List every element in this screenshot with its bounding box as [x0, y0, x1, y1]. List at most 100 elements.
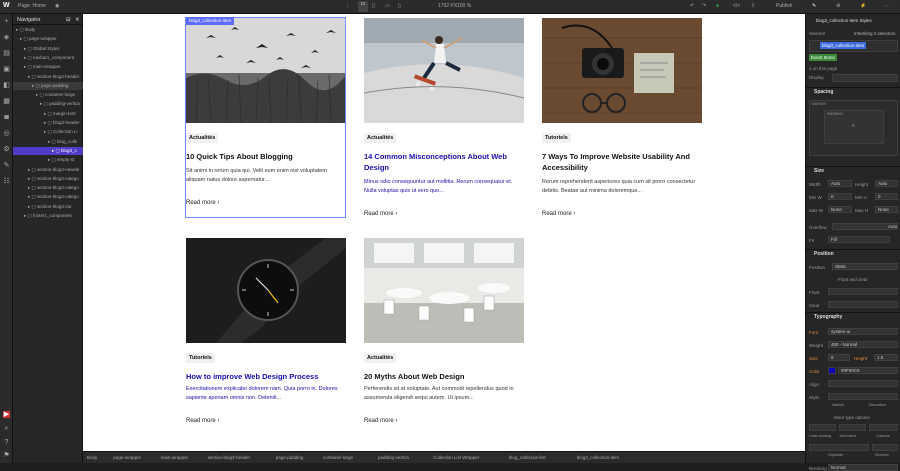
selector-class-chip[interactable]: blog3_collection-item [820, 42, 867, 49]
navigator-item[interactable]: ▸ ▢ margin-bott [13, 110, 83, 118]
extra-icon[interactable]: ⋯ [884, 3, 889, 9]
check-status-icon[interactable]: ● [716, 3, 719, 9]
video-icon[interactable]: ▶ [3, 411, 10, 418]
navigator-item[interactable]: ▸ ▢ section-blog3-cta [13, 203, 83, 211]
category-tag[interactable]: Tutoriels [542, 133, 571, 143]
cms-icon[interactable]: ▣ [3, 66, 10, 73]
navigator-item[interactable]: ▸ ▢ navbar1_component [13, 54, 83, 62]
min-w-input[interactable]: 0 [828, 193, 852, 200]
post-title[interactable]: 7 Ways To Improve Website Usability And … [542, 151, 702, 173]
navigator-item[interactable]: ▸ ▢ section-blog3-newsle [13, 166, 83, 174]
read-more-link[interactable]: Read more › [186, 418, 219, 424]
blog-card[interactable]: Tutoriels How to improve Web Design Proc… [186, 238, 346, 438]
align-options[interactable] [828, 380, 898, 387]
add-panel-icon[interactable]: + [3, 18, 10, 25]
read-more-link[interactable]: Read more › [542, 211, 575, 217]
design-canvas[interactable]: Actualités 10 Quick Tips About Blogging … [83, 14, 805, 451]
size-section-header[interactable]: Size [806, 166, 900, 175]
navigator-item[interactable]: ▸ ▢ page-wrapper [13, 35, 83, 43]
float-clear-label[interactable]: Float and clear [838, 277, 868, 282]
breadcrumb-item[interactable]: blog_collection-list [509, 455, 546, 460]
navigator-item[interactable]: ▸ ▢ container-large [13, 91, 83, 99]
webflow-logo-icon[interactable]: W [3, 2, 10, 9]
max-h-input[interactable]: None [875, 206, 898, 213]
min-h-input[interactable]: 0 [875, 193, 898, 200]
interactions-icon[interactable]: ⚡ [860, 3, 866, 9]
search-icon[interactable]: ⌕ [3, 425, 10, 432]
float-options[interactable] [828, 288, 898, 295]
category-tag[interactable]: Actualités [364, 353, 397, 363]
navigator-item[interactable]: ▸ ▢ Global Styles [13, 45, 83, 53]
navigator-item[interactable]: ▸ ▢ Body [13, 26, 83, 34]
mobile-breakpoint-icon[interactable]: ▯ [398, 3, 401, 9]
navigator-item[interactable]: ▸ ▢ footer1_component [13, 212, 83, 220]
position-select[interactable]: Static [832, 263, 898, 270]
height-input[interactable]: Auto [875, 180, 898, 187]
navigator-item[interactable]: ▸ ▢ main-wrapper [13, 63, 83, 71]
line-height-input[interactable]: 1.5 [874, 354, 898, 361]
pin-icon[interactable]: ⊟ [66, 17, 71, 23]
read-more-link[interactable]: Read more › [364, 211, 397, 217]
capitalize-options[interactable] [809, 444, 869, 451]
spacing-section-header[interactable]: Spacing [806, 87, 900, 96]
publish-button[interactable]: Publish [776, 3, 792, 9]
navigator-item[interactable]: ▸ ▢ blog3-header [13, 119, 83, 127]
breadcrumb-item[interactable]: page-wrapper [113, 455, 141, 460]
inheriting-label[interactable]: Inheriting 2 selectors [854, 31, 896, 36]
color-input[interactable]: #0F00C0 [838, 367, 898, 374]
style-tab-brush-icon[interactable]: ✎ [812, 3, 816, 9]
redo-icon[interactable]: ↷ [702, 3, 706, 9]
breadcrumb-item[interactable]: padding-vertica [378, 455, 409, 460]
navigator-item[interactable]: ▸ ▢ section-blog3-catego [13, 193, 83, 201]
breadcrumb-item[interactable]: main-wrapper [161, 455, 189, 460]
breadcrumb-item[interactable]: Collection List Wrapper [433, 455, 479, 460]
navigator-item[interactable]: ▸ ▢ page-padding [13, 81, 83, 90]
help-icon[interactable]: ? [3, 439, 10, 446]
blog-card[interactable]: Actualités 14 Common Misconceptions Abou… [364, 18, 524, 228]
eye-icon[interactable]: ◉ [55, 3, 59, 9]
brush-icon[interactable]: ✎ [3, 162, 10, 169]
read-more-link[interactable]: Read more › [364, 418, 397, 424]
columns-input[interactable] [869, 424, 898, 431]
landscape-breakpoint-icon[interactable]: ▭ [385, 3, 390, 9]
settings-icon[interactable]: ⚙ [3, 146, 10, 153]
overflow-options[interactable]: Auto [832, 223, 898, 230]
text-indent-input[interactable] [839, 424, 866, 431]
navigator-icon[interactable]: ≣ [3, 114, 10, 121]
apps-icon[interactable]: ☷ [3, 178, 10, 185]
fit-select[interactable]: Fill [828, 236, 890, 243]
settings-gear-icon[interactable]: ⚙ [836, 3, 840, 9]
breadcrumb-item[interactable]: container-large [323, 455, 353, 460]
breadcrumb-item[interactable]: section-blog3-header [208, 455, 250, 460]
direction-options[interactable] [872, 444, 898, 451]
font-select[interactable]: system-ui [828, 328, 898, 335]
share-icon[interactable]: ⇪ [751, 3, 755, 9]
max-w-input[interactable]: None [828, 206, 852, 213]
blog-card[interactable]: Tutoriels 7 Ways To Improve Website Usab… [542, 18, 702, 228]
undo-icon[interactable]: ↶ [690, 3, 694, 9]
category-tag[interactable]: Tutoriels [186, 353, 215, 363]
tablet-breakpoint-icon[interactable]: ▯ [372, 3, 375, 9]
post-title[interactable]: 10 Quick Tips About Blogging [186, 151, 346, 162]
position-section-header[interactable]: Position [806, 249, 900, 258]
style-options[interactable] [828, 393, 898, 400]
audit-icon[interactable]: ⚑ [3, 452, 10, 459]
style-manager-icon[interactable]: ◎ [3, 130, 10, 137]
navigator-item[interactable]: ▸ ▢ padding-vertica [13, 100, 83, 108]
desktop-breakpoint-icon[interactable]: ▭ [358, 1, 368, 12]
breadcrumb-item[interactable]: page-padding [276, 455, 304, 460]
code-icon[interactable]: </> [733, 3, 740, 9]
breadcrumb-item[interactable]: blog3_collection-item [577, 455, 619, 460]
blog-card[interactable]: Actualités 20 Myths About Web Design Per… [364, 238, 524, 438]
components-icon[interactable]: ◈ [3, 34, 10, 41]
navigator-item[interactable]: ▸ ▢ section-blog3-catego [13, 184, 83, 192]
category-tag[interactable]: Actualités [364, 133, 397, 143]
weight-select[interactable]: 400 - Normal [828, 341, 898, 348]
page-selector[interactable]: Page: Home [18, 3, 46, 9]
blog-card[interactable]: Actualités 10 Quick Tips About Blogging … [186, 18, 346, 218]
navigator-item[interactable]: ▸ ▢ blog3_c [13, 146, 83, 155]
font-size-input[interactable]: 9 [828, 354, 850, 361]
navigator-item[interactable]: ▸ ▢ Collection Li [13, 128, 83, 136]
navigator-item[interactable]: ▸ ▢ section-blog3-header [13, 73, 83, 81]
close-icon[interactable]: ✕ [75, 17, 80, 23]
